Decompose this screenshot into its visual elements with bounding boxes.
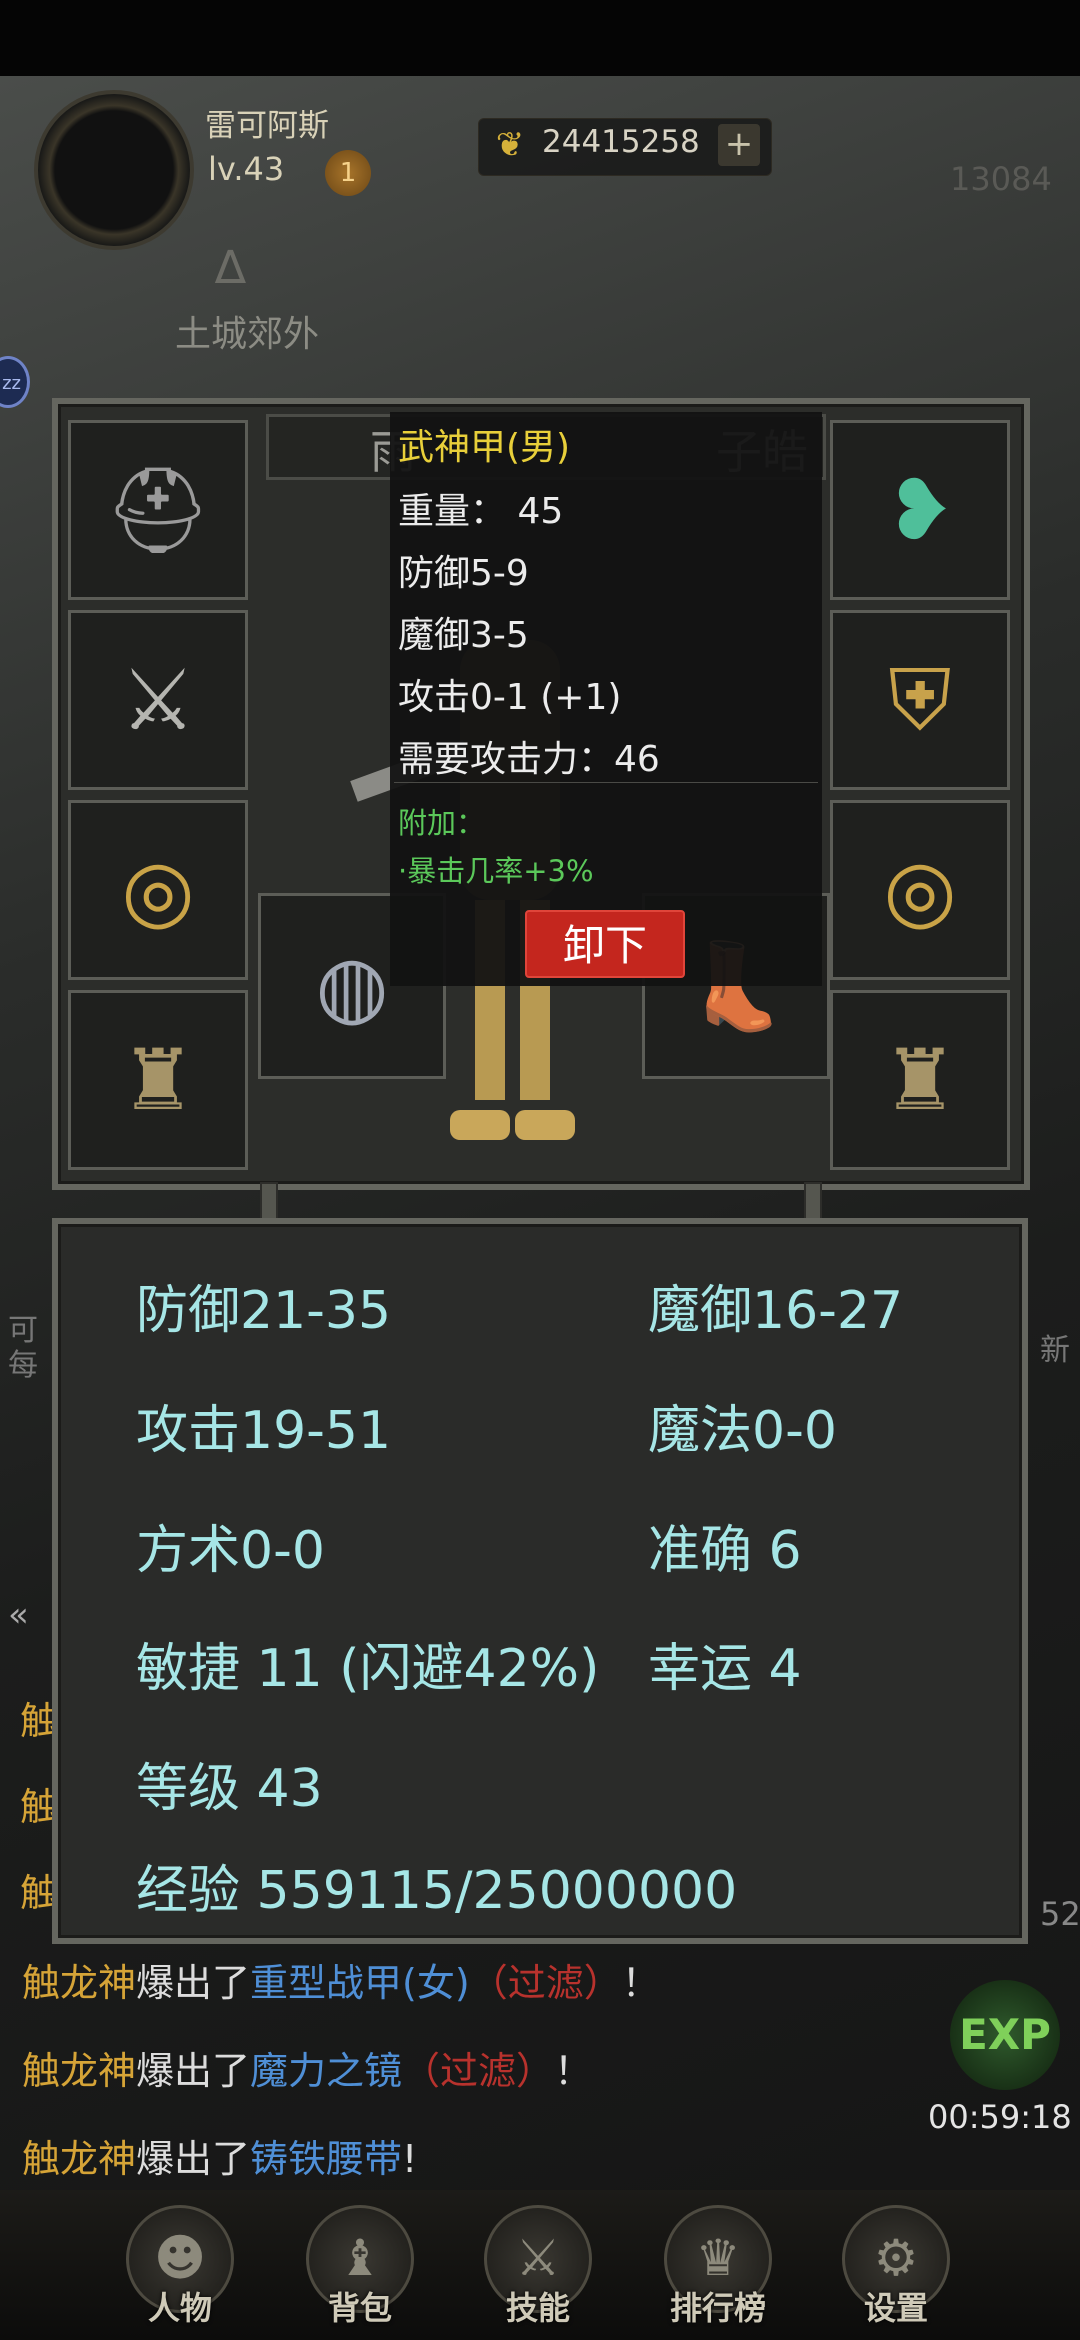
collapse-arrows-icon[interactable]: « (8, 1595, 29, 1635)
chat-actor[interactable]: 触龙神 (22, 2137, 136, 2181)
slot-ring-right[interactable]: ◎ (830, 800, 1010, 980)
nav-label: 背包 (327, 2289, 392, 2327)
nav-label: 技能 (505, 2289, 570, 2327)
tooltip-defense: 防御5-9 (398, 553, 529, 594)
slot-ring-right-2[interactable]: ♜ (830, 990, 1010, 1170)
stat-level: 等级 43 (136, 1759, 323, 1819)
slot-armor[interactable]: ⛨ (830, 610, 1010, 790)
chat-actor[interactable]: 触龙神 (22, 1961, 136, 2005)
chat-item[interactable]: 重型战甲(女) (250, 1961, 470, 2005)
helmet-icon: ⛑ (104, 461, 212, 559)
player-name: 雷可阿斯 (205, 108, 329, 144)
exp-boost-icon[interactable]: EXP (950, 1980, 1060, 2090)
chat-end: ！ (554, 2049, 593, 2093)
spiked-ring-icon: ♜ (120, 1031, 196, 1129)
chat-line: 触龙神爆出了魔力之镜（过滤）！ (22, 2040, 592, 2095)
level-badge: 1 (325, 150, 371, 196)
add-gold-button[interactable]: + (718, 124, 760, 166)
tooltip-divider (394, 782, 818, 783)
power-value: 13084 (950, 160, 1052, 198)
chat-verb: 爆出了 (136, 2049, 251, 2093)
nav-skill[interactable]: ⚔ 技能 (468, 2205, 608, 2335)
slot-helmet[interactable]: ⛑ (68, 420, 248, 600)
sword-icon: ⚔ (120, 651, 196, 749)
tooltip-item-name: 武神甲(男) (398, 427, 571, 468)
gold-ingot-icon: ❦ (495, 125, 525, 165)
edge-label-right: 新 (1040, 1333, 1070, 1368)
tooltip-magic-defense: 魔御3-5 (398, 615, 529, 656)
chat-item[interactable]: 魔力之镜 (250, 2049, 402, 2093)
chat-actor[interactable]: 触龙神 (22, 2049, 136, 2093)
chat-filter[interactable]: （过滤） (470, 1961, 622, 2005)
chat-item[interactable]: 铸铁腰带 (250, 2137, 402, 2181)
chat-verb: 爆出了 (136, 1961, 251, 2005)
stat-magic-defense: 魔御16-27 (648, 1281, 904, 1341)
stat-magic: 魔法0-0 (648, 1401, 837, 1461)
nav-character[interactable]: ☻ 人物 (110, 2205, 250, 2335)
stat-defense: 防御21-35 (136, 1281, 392, 1341)
chat-line: 触龙神爆出了重型战甲(女)（过滤）！ (22, 1952, 660, 2007)
tooltip-required-attack: 需要攻击力：46 (398, 739, 660, 780)
tooltip-extra-value: ·暴击几率+3% (398, 854, 594, 888)
exp-timer: 00:59:18 (928, 2098, 1072, 2136)
chat-filter[interactable]: （过滤） (402, 2049, 554, 2093)
slot-necklace[interactable]: ❥ (830, 420, 1010, 600)
chat-verb: 爆出了 (136, 2137, 251, 2181)
stat-luck: 幸运 4 (648, 1639, 802, 1699)
chat-end: ！ (621, 1961, 660, 2005)
stat-experience: 经验 559115/25000000 (136, 1861, 738, 1921)
spiked-ring-icon: ♜ (882, 1031, 958, 1129)
nav-ranking[interactable]: ♛ 排行榜 (648, 2205, 788, 2335)
nav-label: 排行榜 (669, 2289, 766, 2327)
avatar[interactable] (34, 90, 194, 250)
ring-icon: ◎ (121, 841, 195, 939)
gold-amount: 24415258 (542, 124, 700, 160)
edge-label-left: 每 (8, 1348, 38, 1383)
chat-end: ! (402, 2137, 418, 2181)
tooltip-weight: 重量： 45 (398, 491, 564, 532)
nav-bag[interactable]: ♝ 背包 (290, 2205, 430, 2335)
location-marker-icon: ∆ (215, 240, 246, 294)
stat-accuracy: 准确 6 (648, 1521, 802, 1581)
top-status-band (0, 0, 1080, 76)
stat-attack: 攻击19-51 (136, 1401, 392, 1461)
side-number: 52 (1040, 1895, 1080, 1933)
slot-ring-left-2[interactable]: ♜ (68, 990, 248, 1170)
nav-settings[interactable]: ⚙ 设置 (826, 2205, 966, 2335)
stat-taoism: 方术0-0 (136, 1521, 325, 1581)
armor-icon: ⛨ (888, 651, 952, 749)
nav-label: 人物 (147, 2289, 212, 2327)
tooltip-attack: 攻击0-1 (+1) (398, 677, 622, 718)
nav-label: 设置 (863, 2289, 928, 2327)
tooltip-extra-label: 附加： (398, 806, 486, 840)
location-name: 土城郊外 (175, 314, 320, 355)
unequip-button[interactable]: 卸下 (525, 910, 685, 978)
ring-icon: ◎ (883, 841, 957, 939)
slot-ring-left[interactable]: ◎ (68, 800, 248, 980)
necklace-icon: ❥ (884, 461, 956, 559)
stat-agility: 敏捷 11 (闪避42%) (136, 1639, 600, 1699)
slot-weapon[interactable]: ⚔ (68, 610, 248, 790)
chat-line: 触龙神爆出了铸铁腰带! (22, 2128, 417, 2183)
player-level: lv.43 (208, 150, 285, 188)
